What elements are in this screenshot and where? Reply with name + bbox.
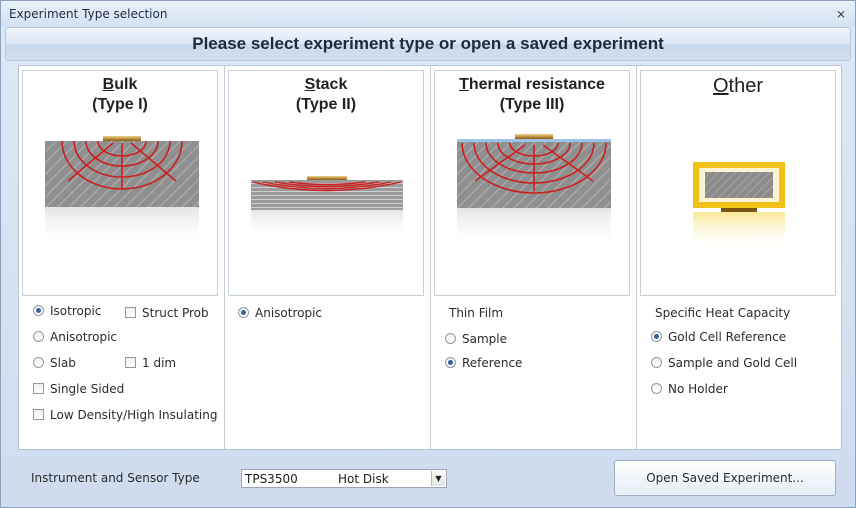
window-title: Experiment Type selection: [9, 7, 168, 21]
dialog-window: Experiment Type selection ⨯ Please selec…: [0, 0, 856, 508]
bulk-card[interactable]: Bulk (Type I): [22, 70, 218, 296]
thin-film-label: Thin Film: [449, 306, 504, 320]
struct-prob-checkbox[interactable]: Struct Prob: [125, 306, 209, 320]
stack-sensor-illustration: [251, 176, 403, 240]
chevron-down-icon[interactable]: ▼: [431, 471, 445, 486]
low-density-checkbox[interactable]: Low Density/High Insulating: [33, 408, 217, 422]
close-icon[interactable]: ⨯: [833, 6, 849, 22]
instrument-model-value: TPS3500: [245, 472, 298, 486]
gold-cell-reference-radio[interactable]: Gold Cell Reference: [651, 330, 786, 344]
open-saved-experiment-button[interactable]: Open Saved Experiment...: [614, 460, 836, 496]
stack-anisotropic-radio[interactable]: Anisotropic: [238, 306, 322, 320]
other-card[interactable]: Other: [640, 70, 836, 296]
slab-radio[interactable]: Slab: [33, 356, 76, 370]
instrument-sensor-label: Instrument and Sensor Type: [31, 471, 200, 485]
sample-and-gold-cell-radio[interactable]: Sample and Gold Cell: [651, 356, 797, 370]
bulk-column: Bulk (Type I) Isotropic Struct Prob Anis…: [19, 66, 225, 449]
gold-cell-illustration: [693, 162, 785, 250]
experiment-type-panel: Bulk (Type I) Isotropic Struct Prob Anis…: [18, 65, 842, 450]
thermal-sensor-illustration: [457, 134, 611, 248]
one-dim-checkbox[interactable]: 1 dim: [125, 356, 176, 370]
no-holder-radio[interactable]: No Holder: [651, 382, 728, 396]
thermal-card[interactable]: Thermal resistance (Type III): [434, 70, 630, 296]
specific-heat-label: Specific Heat Capacity: [655, 306, 791, 320]
single-sided-checkbox[interactable]: Single Sided: [33, 382, 124, 396]
thin-film-reference-radio[interactable]: Reference: [445, 356, 522, 370]
instrument-sensor-select[interactable]: TPS3500 Hot Disk ▼: [241, 469, 447, 488]
thin-film-sample-radio[interactable]: Sample: [445, 332, 507, 346]
stack-card[interactable]: Stack (Type II): [228, 70, 424, 296]
sensor-type-value: Hot Disk: [338, 472, 389, 486]
bulk-sensor-illustration: [45, 136, 199, 247]
isotropic-radio[interactable]: Isotropic: [33, 304, 101, 318]
title-bar[interactable]: Experiment Type selection ⨯: [1, 1, 855, 27]
instruction-header: Please select experiment type or open a …: [5, 27, 851, 61]
instruction-text: Please select experiment type or open a …: [192, 34, 664, 53]
stack-column: Stack (Type II) Anisotropic: [225, 66, 431, 449]
anisotropic-radio[interactable]: Anisotropic: [33, 330, 117, 344]
thermal-column: Thermal resistance (Type III) Thin Film …: [431, 66, 637, 449]
other-column: Other Specific Heat Capacity Gold Cell R…: [637, 66, 843, 449]
